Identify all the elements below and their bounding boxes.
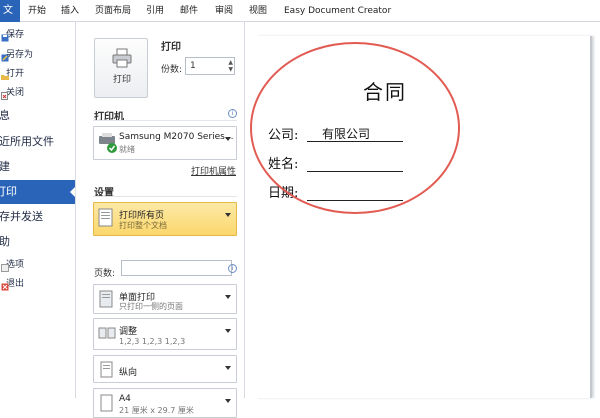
copies-input[interactable]: 1 ▲ ▼ [185, 57, 235, 75]
pages-input[interactable] [121, 260, 232, 276]
print-settings-panel: 打印 打印 份数: 1 ▲ ▼ 打印机 i Samsung M2070 Seri… [77, 22, 245, 418]
nav-help[interactable]: 帮助 [0, 230, 64, 254]
nav-recent[interactable]: 最近所用文件 [0, 130, 75, 154]
tab-review[interactable]: 审阅 [215, 0, 233, 22]
nav-new-label: 新建 [0, 160, 10, 173]
chevron-down-icon [225, 295, 231, 299]
info-icon[interactable]: i [228, 109, 237, 118]
nav-save-as[interactable]: 另存为 [0, 46, 75, 64]
chevron-down-icon [225, 213, 231, 217]
nav-print[interactable]: 打印 [0, 180, 75, 204]
one-sided-icon [98, 290, 116, 310]
print-button-label: 打印 [112, 75, 131, 85]
nav-new[interactable]: 新建 [0, 155, 64, 179]
exit-icon [1, 280, 9, 291]
nav-options[interactable]: 选项 [0, 256, 75, 274]
collated-sub: 1,2,3 1,2,3 1,2,3 [119, 337, 186, 346]
nav-info[interactable]: 信息 [0, 104, 64, 128]
nav-open[interactable]: 打开 [0, 65, 75, 83]
ribbon-tab-bar: 文件 开始 插入 页面布局 引用 邮件 审阅 视图 Easy Document … [0, 0, 600, 22]
save-as-icon [1, 51, 9, 62]
one-sided-sub: 只打印一侧的页面 [119, 302, 183, 311]
chevron-down-icon [225, 137, 231, 141]
options-icon [1, 261, 9, 272]
folder-open-icon [1, 70, 9, 80]
backstage-nav: 保存 另存为 打开 关闭 信息 最近所用文件 新建 打印 保存并发送 帮助 选项… [0, 22, 76, 398]
paper-size-dropdown[interactable]: A4 21 厘米 x 29.7 厘米 [93, 388, 237, 418]
red-annotation-circle [250, 42, 460, 214]
sides-dropdown[interactable]: 单面打印 只打印一侧的页面 [93, 284, 237, 314]
nav-save-send-label: 保存并发送 [0, 210, 43, 223]
chevron-down-icon [225, 329, 231, 333]
copies-value: 1 [190, 61, 196, 71]
print-range-dropdown[interactable]: 打印所有页 打印整个文档 [93, 202, 237, 236]
tab-view[interactable]: 视图 [249, 0, 267, 22]
collated-icon [98, 324, 116, 344]
nav-print-label: 打印 [0, 185, 17, 198]
tab-page-layout[interactable]: 页面布局 [95, 0, 131, 22]
printer-status: 就绪 [119, 145, 135, 154]
nav-help-label: 帮助 [0, 235, 10, 248]
printer-icon [112, 48, 132, 68]
close-doc-icon [1, 89, 9, 100]
chevron-down-icon [225, 399, 231, 403]
pages-label: 页数: [94, 269, 116, 279]
nav-recent-label: 最近所用文件 [0, 135, 54, 148]
orientation-label: 纵向 [119, 368, 138, 378]
printer-dropdown[interactable]: Samsung M2070 Series... 就绪 [93, 126, 237, 160]
tab-references[interactable]: 引用 [146, 0, 164, 22]
print-all-sub: 打印整个文档 [119, 221, 167, 230]
spin-down-icon[interactable]: ▼ [228, 66, 233, 73]
printer-ready-icon [98, 132, 117, 153]
nav-save-as-label: 另存为 [6, 50, 34, 60]
info-icon[interactable]: i [228, 264, 237, 273]
tab-mailings[interactable]: 邮件 [180, 0, 198, 22]
copies-label: 份数: [161, 65, 183, 75]
paper-size-sub: 21 厘米 x 29.7 厘米 [119, 406, 194, 415]
all-pages-icon [98, 208, 116, 228]
printer-properties-link[interactable]: 打印机属性 [191, 164, 236, 177]
collated-label: 调整 [119, 327, 138, 337]
print-heading: 打印 [161, 42, 181, 53]
paper-size-icon [98, 394, 116, 414]
nav-info-label: 信息 [0, 109, 10, 122]
nav-close[interactable]: 关闭 [0, 84, 75, 102]
tab-file[interactable]: 文件 [0, 0, 20, 22]
printer-name: Samsung M2070 Series... [119, 132, 234, 142]
paper-size-label: A4 [119, 394, 131, 404]
divider [93, 120, 237, 121]
nav-save-send[interactable]: 保存并发送 [0, 205, 75, 229]
tab-home[interactable]: 开始 [28, 0, 46, 22]
spin-up-icon[interactable]: ▲ [228, 59, 233, 66]
chevron-down-icon [225, 366, 231, 370]
print-button[interactable]: 打印 [94, 38, 148, 98]
tab-easy-document-creator[interactable]: Easy Document Creator [284, 0, 391, 22]
nav-save[interactable]: 保存 [0, 26, 75, 44]
portrait-icon [98, 361, 116, 381]
divider [93, 196, 237, 197]
collate-dropdown[interactable]: 调整 1,2,3 1,2,3 1,2,3 [93, 318, 237, 350]
save-icon [1, 31, 9, 42]
orientation-dropdown[interactable]: 纵向 [93, 355, 237, 383]
tab-insert[interactable]: 插入 [61, 0, 79, 22]
nav-exit[interactable]: 退出 [0, 275, 75, 293]
